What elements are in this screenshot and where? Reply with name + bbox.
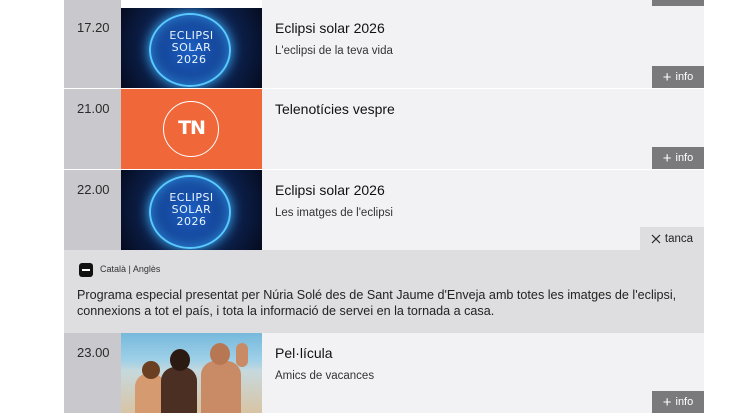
previous-row-stub xyxy=(64,0,704,8)
close-button[interactable]: tanca xyxy=(640,227,704,250)
info-button-label: info xyxy=(675,71,694,83)
info-button-label: info xyxy=(675,152,694,164)
program-title[interactable]: Telenotícies vespre xyxy=(275,101,704,117)
plus-icon: + xyxy=(662,68,672,86)
info-button[interactable]: + info xyxy=(652,147,704,169)
schedule-row[interactable]: 17.20 ECLIPSI SOLAR 2026 Eclipsi solar 202… xyxy=(64,8,704,88)
subtitles-icon xyxy=(79,263,93,277)
program-thumbnail[interactable]: TN xyxy=(121,89,262,169)
program-thumbnail[interactable]: ECLIPSI SOLAR 2026 xyxy=(121,8,262,88)
tn-logo: TN xyxy=(178,117,206,139)
photo-person xyxy=(201,361,241,413)
program-info: Eclipsi solar 2026 Les imatges de l'ecli… xyxy=(262,170,704,250)
time-label: 23.00 xyxy=(64,333,121,413)
info-button[interactable]: + info xyxy=(652,66,704,88)
program-info: Eclipsi solar 2026 L'eclipsi de la teva … xyxy=(262,8,704,88)
program-subtitle: Amics de vacances xyxy=(275,370,375,382)
time-label: 17.20 xyxy=(64,8,121,88)
program-subtitle: L'eclipsi de la teva vida xyxy=(275,45,393,57)
photo-head xyxy=(170,349,190,371)
photo-person xyxy=(236,343,248,367)
time-label: 21.00 xyxy=(64,89,121,169)
photo-head xyxy=(142,361,160,379)
eclipse-logo-text: ECLIPSI SOLAR 2026 xyxy=(169,191,214,228)
time-label: 22.00 xyxy=(64,170,121,250)
plus-icon: + xyxy=(662,393,672,411)
program-description: Programa especial presentat per Núria So… xyxy=(77,288,677,318)
program-title[interactable]: Eclipsi solar 2026 xyxy=(275,20,704,36)
schedule-row[interactable]: 23.00 Pel·lícula Amics de vacances + inf… xyxy=(64,333,704,413)
schedule-list: 17.20 ECLIPSI SOLAR 2026 Eclipsi solar 202… xyxy=(64,0,704,413)
previous-info-button[interactable] xyxy=(652,0,704,6)
close-icon xyxy=(651,234,661,243)
program-details-panel: tanca Català | Anglès Programa especial … xyxy=(64,227,704,333)
photo-person xyxy=(161,367,197,413)
info-button[interactable]: + info xyxy=(652,391,704,413)
program-thumbnail[interactable] xyxy=(121,333,262,413)
schedule-row[interactable]: 21.00 TN Telenotícies vespre + info xyxy=(64,89,704,169)
language-options: Català | Anglès xyxy=(100,264,161,274)
photo-head xyxy=(210,343,230,365)
program-thumbnail[interactable]: ECLIPSI SOLAR 2026 xyxy=(121,170,262,250)
program-subtitle: Les imatges de l'eclipsi xyxy=(275,207,393,219)
close-button-label: tanca xyxy=(664,232,694,245)
eclipse-logo-text: ECLIPSI SOLAR 2026 xyxy=(169,29,214,66)
plus-icon: + xyxy=(662,149,672,167)
program-info: Pel·lícula Amics de vacances + info xyxy=(262,333,704,413)
info-button-label: info xyxy=(675,396,694,408)
schedule-row-expanded[interactable]: 22.00 ECLIPSI SOLAR 2026 Eclipsi solar 202… xyxy=(64,170,704,250)
program-info: Telenotícies vespre + info xyxy=(262,89,704,169)
program-title[interactable]: Eclipsi solar 2026 xyxy=(275,182,704,198)
program-title[interactable]: Pel·lícula xyxy=(275,345,704,361)
